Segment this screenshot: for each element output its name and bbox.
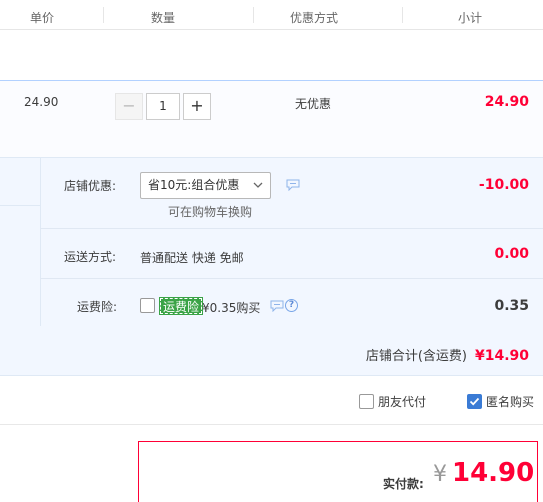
shipping-label: 运送方式: [64, 250, 117, 264]
payment-amount: 14.90 [452, 458, 535, 488]
insurance-checkbox[interactable] [140, 298, 155, 313]
shipping-method: 普通配送 快递 免邮 [140, 251, 244, 265]
shop-discount-amount: -10.00 [478, 177, 529, 193]
col-quantity: 数量 [151, 11, 176, 25]
col-subtotal: 小计 [458, 11, 483, 25]
quantity-input[interactable]: 1 [146, 93, 180, 120]
unit-price: 24.90 [24, 95, 59, 109]
shop-discount-hint: 可在购物车换购 [168, 205, 253, 219]
shop-summary: 店铺优惠: 省10元:组合优惠 可在购物车换购 -10.00 运送方式: 普通配… [0, 158, 543, 376]
order-table-header: 单价 数量 优惠方式 小计 [0, 0, 543, 30]
insurance-price: ¥0.35购买 [202, 301, 261, 315]
col-promotion: 优惠方式 [290, 11, 339, 25]
col-unit-price: 单价 [30, 11, 55, 25]
payment-summary: 实付款: ¥ 14.90 [138, 441, 538, 502]
chevron-down-icon [253, 182, 263, 188]
shop-discount-selected: 省10元:组合优惠 [148, 178, 240, 192]
friend-pay-option[interactable]: 朋友代付 [359, 393, 426, 410]
anonymous-option[interactable]: 匿名购买 [467, 393, 534, 410]
header-divider [402, 7, 403, 23]
quantity-increase-button[interactable]: + [183, 93, 211, 120]
divider [40, 228, 543, 229]
shipping-amount: 0.00 [494, 246, 529, 262]
header-divider [253, 7, 254, 23]
quantity-stepper: − 1 + [115, 93, 211, 120]
order-options: 朋友代付 匿名购买 [0, 377, 543, 425]
anonymous-checkbox[interactable] [467, 394, 482, 409]
item-subtotal: 24.90 [484, 94, 529, 110]
shop-total-label: 店铺合计(含运费) [365, 349, 467, 364]
divider [40, 278, 543, 279]
item-row: 24.90 − 1 + 无优惠 24.90 [0, 80, 543, 158]
quantity-decrease-button[interactable]: − [115, 93, 143, 120]
insurance-amount: 0.35 [494, 298, 529, 314]
help-icon[interactable]: ? [285, 299, 298, 312]
chat-icon[interactable] [270, 300, 284, 312]
chat-icon[interactable] [286, 179, 300, 191]
friend-pay-label: 朋友代付 [378, 395, 427, 409]
checkmark-icon [469, 397, 480, 406]
anonymous-label: 匿名购买 [486, 395, 535, 409]
shop-discount-label: 店铺优惠: [64, 179, 117, 193]
divider [0, 205, 40, 206]
payment-currency: ¥ [433, 462, 447, 487]
header-divider [103, 7, 104, 23]
insurance-tag: 运费险 [158, 297, 204, 315]
item-promotion: 无优惠 [295, 97, 332, 111]
friend-pay-checkbox[interactable] [359, 394, 374, 409]
shop-total-value: ¥14.90 [474, 348, 529, 364]
payment-label: 实付款: [383, 477, 424, 491]
shop-discount-select[interactable]: 省10元:组合优惠 [140, 172, 271, 199]
insurance-label: 运费险: [77, 300, 118, 314]
shop-total: 店铺合计(含运费) ¥14.90 [366, 345, 529, 364]
